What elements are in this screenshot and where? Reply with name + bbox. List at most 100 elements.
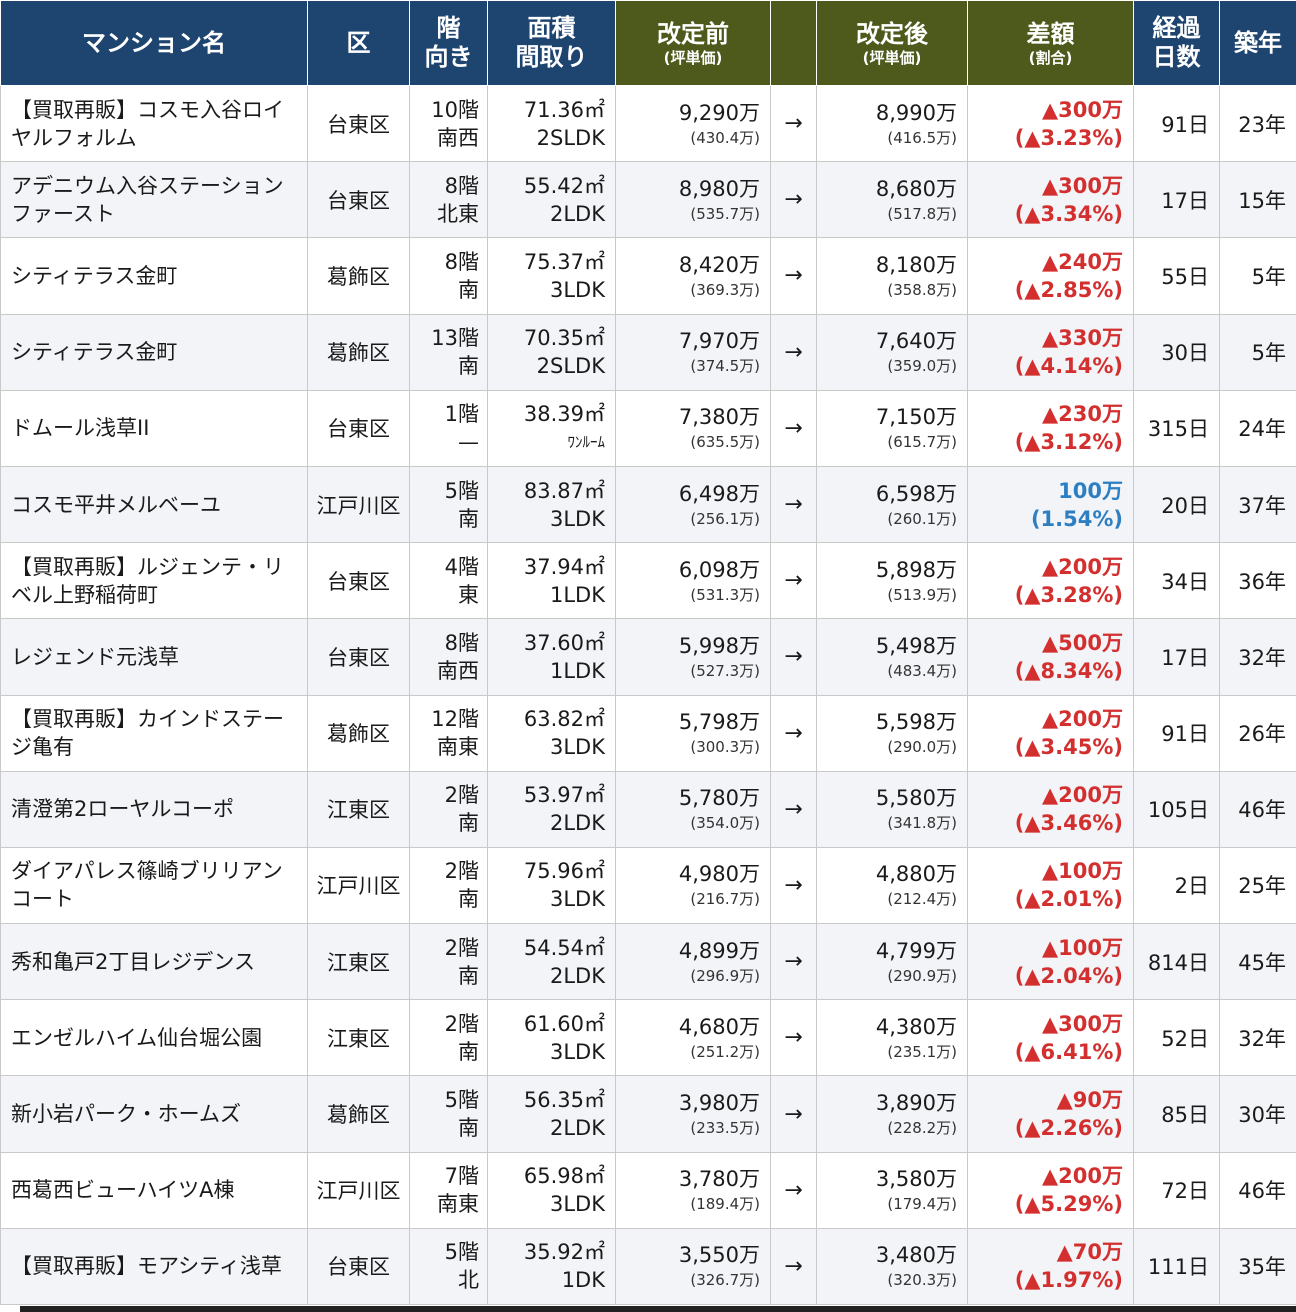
floor-facing: 8階 北東 — [409, 161, 488, 239]
price-after: 8,180万 (358.8万) — [816, 237, 968, 315]
floor-facing: 7階 南東 — [409, 1151, 488, 1229]
price-after-value: 8,180万 — [875, 252, 957, 277]
difference-amount: ▲100万 — [1042, 935, 1123, 960]
elapsed-days: 17日 — [1133, 161, 1220, 239]
difference-percent: (▲2.04%) — [1014, 963, 1123, 988]
floor-facing: 13階南 — [409, 313, 488, 391]
layout: 2LDK — [549, 963, 605, 988]
difference-percent: (▲5.29%) — [1014, 1192, 1123, 1217]
building-age: 26年 — [1219, 694, 1296, 772]
facing: 北東 — [437, 201, 479, 226]
area: 75.37㎡ — [523, 249, 605, 274]
mansion-name: 【買取再販】モアシティ浅草 — [0, 1227, 308, 1306]
layout: 2SLDK — [536, 125, 605, 150]
price-after-value: 4,799万 — [875, 938, 957, 963]
price-after-value: 3,480万 — [875, 1243, 957, 1268]
ward: 台東区 — [307, 84, 410, 163]
mansion-name: 新小岩パーク・ホームズ — [0, 1075, 308, 1153]
price-after-per-tsubo: (615.7万) — [887, 433, 957, 452]
arrow-icon: → — [770, 1227, 817, 1306]
building-age: 23年 — [1219, 84, 1296, 163]
price-after-value: 5,898万 — [875, 557, 957, 582]
price-before-value: 6,498万 — [678, 481, 760, 506]
ward: 江東区 — [307, 923, 410, 1001]
price-after-per-tsubo: (513.9万) — [887, 585, 957, 604]
price-before-per-tsubo: (216.7万) — [690, 890, 760, 909]
area-layout: 54.54㎡ 2LDK — [487, 923, 616, 1001]
price-after: 8,680万 (517.8万) — [816, 161, 968, 239]
area-layout: 70.35㎡ 2SLDK — [487, 313, 616, 391]
difference-amount: ▲200万 — [1042, 783, 1123, 808]
price-before: 9,290万 (430.4万) — [615, 84, 771, 163]
difference-percent: (▲2.85%) — [1014, 277, 1123, 302]
facing: 東 — [458, 582, 479, 607]
arrow-icon: → — [770, 313, 817, 391]
ward: 台東区 — [307, 618, 410, 696]
floor: 1階 — [444, 402, 479, 427]
difference-percent: (▲3.28%) — [1014, 582, 1123, 607]
building-age: 36年 — [1219, 542, 1296, 620]
table-row: 【買取再販】ルジェンテ・リベル上野稲荷町 台東区 4階東 37.94㎡ 1LDK 6,09… — [0, 542, 1296, 620]
table-row: 秀和亀戸2丁目レジデンス 江東区 2階南 54.54㎡ 2LDK 4,899万 (296.9… — [0, 923, 1296, 1001]
price-after: 5,580万 (341.8万) — [816, 770, 968, 848]
price-before-per-tsubo: (189.4万) — [690, 1195, 760, 1214]
mansion-name: レジェンド元浅草 — [0, 618, 308, 696]
building-age: 30年 — [1219, 1075, 1296, 1153]
price-after-per-tsubo: (212.4万) — [887, 890, 957, 909]
price-before-per-tsubo: (635.5万) — [690, 433, 760, 452]
floor-facing: 2階南 — [409, 999, 488, 1077]
building-age: 35年 — [1219, 1227, 1296, 1306]
mansion-name: エンゼルハイム仙台堀公園 — [0, 999, 308, 1077]
price-after-per-tsubo: (358.8万) — [887, 280, 957, 299]
price-difference: 100万 (1.54%) — [967, 465, 1134, 544]
difference-percent: (▲8.34%) — [1014, 658, 1123, 683]
price-before-value: 4,680万 — [678, 1014, 760, 1039]
price-before-per-tsubo: (369.3万) — [690, 280, 760, 299]
price-after-per-tsubo: (517.8万) — [887, 204, 957, 223]
mansion-name: シティテラス金町 — [0, 237, 308, 315]
layout: 3LDK — [549, 277, 605, 302]
price-after: 5,498万 (483.4万) — [816, 618, 968, 696]
difference-percent: (1.54%) — [1030, 506, 1123, 531]
area-layout: 75.37㎡ 3LDK — [487, 237, 616, 315]
layout: 1DK — [561, 1268, 605, 1293]
price-before-value: 5,998万 — [678, 633, 760, 658]
price-before-value: 7,380万 — [678, 405, 760, 430]
price-after-value: 4,880万 — [875, 862, 957, 887]
table-row: シティテラス金町 葛飾区 13階南 70.35㎡ 2SLDK 7,970万 (374.5万)… — [0, 313, 1296, 391]
price-difference: ▲330万 (▲4.14%) — [967, 313, 1134, 391]
price-after: 5,898万 (513.9万) — [816, 542, 968, 620]
price-after-per-tsubo: (483.4万) — [887, 661, 957, 680]
floor-facing: 2階南 — [409, 923, 488, 1001]
price-before-value: 4,899万 — [678, 938, 760, 963]
price-after: 3,890万 (228.2万) — [816, 1075, 968, 1153]
price-difference: ▲300万 (▲3.23%) — [967, 84, 1134, 163]
price-difference: ▲200万 (▲3.46%) — [967, 770, 1134, 848]
mansion-name: シティテラス金町 — [0, 313, 308, 391]
header-area: 面積 間取り — [487, 0, 616, 86]
price-difference: ▲200万 (▲5.29%) — [967, 1151, 1134, 1229]
difference-percent: (▲3.34%) — [1014, 201, 1123, 226]
price-before-value: 5,798万 — [678, 710, 760, 735]
area: 53.97㎡ — [523, 783, 605, 808]
elapsed-days: 85日 — [1133, 1075, 1220, 1153]
price-after-value: 5,580万 — [875, 786, 957, 811]
area-layout: 37.60㎡ 1LDK — [487, 618, 616, 696]
price-before: 4,980万 (216.7万) — [615, 846, 771, 925]
arrow-icon: → — [770, 84, 817, 163]
header-floor: 階向き — [409, 0, 488, 86]
layout: 3LDK — [549, 887, 605, 912]
facing: — — [458, 430, 479, 455]
price-after-per-tsubo: (235.1万) — [887, 1042, 957, 1061]
price-before: 5,780万 (354.0万) — [615, 770, 771, 848]
elapsed-days: 315日 — [1133, 389, 1220, 467]
ward: 台東区 — [307, 389, 410, 467]
ward: 江東区 — [307, 999, 410, 1077]
difference-amount: ▲200万 — [1042, 554, 1123, 579]
arrow-icon: → — [770, 694, 817, 772]
price-difference: ▲200万 (▲3.45%) — [967, 694, 1134, 772]
difference-amount: ▲300万 — [1042, 173, 1123, 198]
building-age: 37年 — [1219, 465, 1296, 544]
difference-amount: ▲200万 — [1042, 1164, 1123, 1189]
mansion-name: コスモ平井メルベーユ — [0, 465, 308, 544]
